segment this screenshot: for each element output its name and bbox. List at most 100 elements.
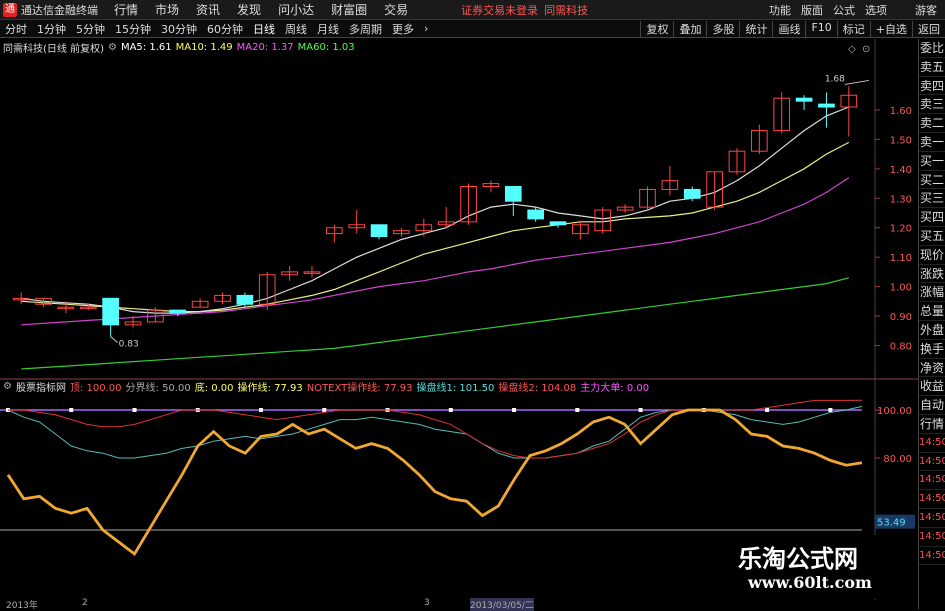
- sidebar-time: 14:50: [919, 471, 945, 491]
- ind-y-tick-label: 80.00: [883, 454, 912, 465]
- tool-stats[interactable]: 统计: [739, 20, 772, 37]
- candle-body: [683, 188, 701, 199]
- login-notice[interactable]: 证券交易未登录: [461, 2, 538, 18]
- sidebar-item[interactable]: 外盘: [919, 321, 945, 340]
- date-label: 2013年: [6, 601, 38, 611]
- sidebar-item[interactable]: 总量: [919, 302, 945, 321]
- period-1min[interactable]: 1分钟: [32, 21, 71, 37]
- y-tick-label: 1.50: [890, 135, 912, 146]
- tool-mark[interactable]: 标记: [836, 20, 870, 37]
- menu-discover[interactable]: 发现: [237, 1, 261, 18]
- ma20-label: MA20: 1.37: [236, 41, 294, 53]
- notice-stock: 同需科技: [544, 3, 589, 17]
- period-daily[interactable]: 日线: [248, 21, 280, 37]
- sidebar-item[interactable]: 卖三: [919, 95, 945, 115]
- tool-draw[interactable]: 画线: [772, 20, 805, 37]
- menu-market[interactable]: 市场: [155, 1, 179, 18]
- app-title: 通达信金融终端: [21, 3, 98, 17]
- sidebar-item[interactable]: 卖二: [919, 114, 945, 133]
- candle-body: [527, 209, 544, 220]
- menu-wealth[interactable]: 财富圈: [331, 1, 367, 18]
- menu-trade[interactable]: 交易: [384, 1, 408, 18]
- guest-user[interactable]: 游客: [915, 2, 937, 18]
- tool-add-watchlist[interactable]: +自选: [869, 20, 912, 37]
- tool-f10[interactable]: F10: [805, 20, 836, 37]
- date-label[interactable]: 2013/03/05/二: [470, 598, 534, 611]
- period-more[interactable]: 更多: [387, 21, 419, 37]
- candle-body: [370, 224, 388, 238]
- ind-y-tick-label: 100.00: [877, 406, 912, 417]
- app-logo-icon: 通: [3, 2, 17, 17]
- sidebar-item[interactable]: 卖一: [919, 133, 945, 152]
- tool-multi-stock[interactable]: 多股: [706, 20, 739, 37]
- menu-formula[interactable]: 公式: [833, 2, 855, 18]
- sidebar-item[interactable]: 行情: [919, 415, 945, 434]
- chevron-right-icon[interactable]: ›: [419, 22, 433, 35]
- period-5min[interactable]: 5分钟: [71, 21, 110, 37]
- period-15min[interactable]: 15分钟: [110, 21, 156, 37]
- tool-overlay[interactable]: 叠加: [673, 20, 706, 37]
- date-label: 3: [424, 598, 430, 608]
- indicator-settings-icon[interactable]: ⚙: [3, 381, 12, 392]
- sidebar-item[interactable]: 自动: [919, 396, 945, 415]
- sidebar-time: 14:50: [919, 453, 945, 472]
- top-dot: [132, 408, 137, 412]
- sidebar-item[interactable]: 委比: [919, 39, 945, 58]
- y-tick-label: 1.00: [890, 283, 912, 294]
- settings-icon[interactable]: ⚙: [108, 42, 117, 53]
- y-tick-label: 1.10: [890, 253, 912, 264]
- indicator-line2: 操盘线2: 104.08: [498, 382, 577, 394]
- sidebar-item[interactable]: 买四: [919, 208, 945, 227]
- sidebar-item[interactable]: 换手: [919, 340, 945, 359]
- period-intraday[interactable]: 分时: [0, 21, 32, 37]
- top-dot: [765, 408, 770, 412]
- sidebar-item[interactable]: 卖四: [919, 77, 945, 96]
- sidebar-item[interactable]: 买二: [919, 171, 945, 190]
- menu-layout[interactable]: 版面: [801, 2, 823, 18]
- top-dot: [259, 408, 264, 412]
- sidebar-item[interactable]: 净资: [919, 359, 945, 378]
- title-bar: 通 通达信金融终端 行情 市场 资讯 发现 问小达 财富圈 交易 证券交易未登录…: [0, 0, 945, 20]
- indicator-name[interactable]: 股票指标网: [16, 379, 66, 394]
- sidebar-item[interactable]: 现价: [919, 246, 945, 265]
- menu-quotes[interactable]: 行情: [114, 1, 138, 18]
- period-30min[interactable]: 30分钟: [156, 21, 202, 37]
- tool-back[interactable]: 返回: [912, 20, 945, 37]
- menu-ask[interactable]: 问小达: [278, 1, 314, 18]
- indicator-legend: ⚙ 股票指标网 顶: 100.00 分界线: 50.00 底: 0.00 操作线…: [0, 379, 653, 394]
- candle-body: [549, 221, 567, 226]
- tool-restore-rights[interactable]: 复权: [640, 20, 673, 37]
- sidebar-item[interactable]: 涨幅: [919, 283, 945, 303]
- y-tick-label: 1.20: [890, 224, 912, 235]
- sidebar-item[interactable]: 买五: [919, 227, 945, 246]
- menu-news[interactable]: 资讯: [196, 1, 220, 18]
- period-60min[interactable]: 60分钟: [202, 21, 248, 37]
- y-tick-label: 0.80: [890, 341, 912, 352]
- indicator-top: 顶: 100.00: [69, 382, 122, 394]
- menu-options[interactable]: 选项: [865, 2, 887, 18]
- period-toolbar: 分时 1分钟 5分钟 15分钟 30分钟 60分钟 日线 周线 月线 多周期 更…: [0, 20, 945, 38]
- sidebar-item[interactable]: 买三: [919, 189, 945, 209]
- sidebar-item[interactable]: 买一: [919, 152, 945, 171]
- candle-body: [169, 309, 187, 314]
- diamond-icon: ◇: [848, 44, 856, 55]
- candle-body: [818, 103, 835, 108]
- sidebar-item[interactable]: 涨跌: [919, 265, 945, 284]
- candle-body: [795, 97, 813, 102]
- sidebar-item[interactable]: 收益: [919, 377, 945, 397]
- period-weekly[interactable]: 周线: [280, 21, 312, 37]
- candlestick-chart[interactable]: 1.60 1.50 1.40 1.30 1.20 1.10 1.00 0.90 0.80 1.68…: [0, 39, 918, 380]
- ma5-label: MA5: 1.61: [120, 41, 172, 53]
- top-dot: [638, 408, 643, 412]
- watermark-title: 乐淘公式网: [738, 544, 858, 573]
- indicator-divider: 分界线: 50.00: [125, 382, 191, 394]
- period-monthly[interactable]: 月线: [312, 21, 344, 37]
- period-multi[interactable]: 多周期: [344, 21, 387, 37]
- top-dot: [575, 408, 580, 412]
- date-label: 2: [82, 598, 88, 608]
- sidebar-item[interactable]: 卖五: [919, 58, 945, 77]
- menu-function[interactable]: 功能: [769, 2, 791, 18]
- sidebar-time: 14:50: [919, 547, 945, 566]
- top-dot: [512, 408, 517, 412]
- indicator-bottom: 底: 0.00: [194, 382, 234, 394]
